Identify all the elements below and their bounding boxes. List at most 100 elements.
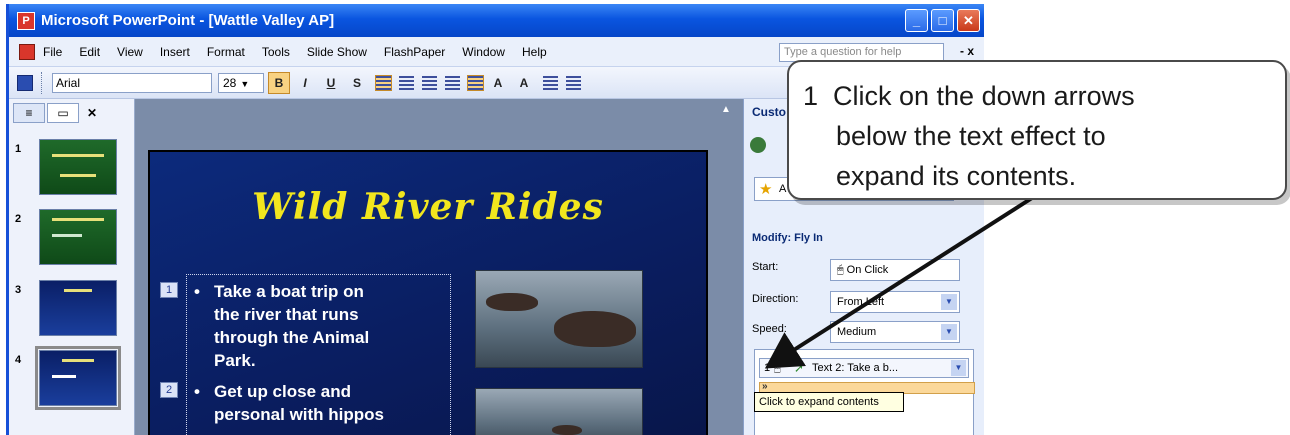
font-name-value: Arial [56, 75, 81, 90]
title-bar: P Microsoft PowerPoint - [Wattle Valley … [9, 4, 984, 37]
close-icon[interactable]: ✕ [87, 106, 97, 120]
chevron-down-icon: ▼ [240, 78, 250, 89]
slide-thumbnail-selected[interactable] [35, 346, 121, 410]
instruction-callout: 1 Click on the down arrows below the text… [787, 60, 1287, 200]
speed-label: Speed: [752, 323, 787, 335]
callout-step-number: 1 [803, 81, 819, 111]
bullet-text[interactable]: through the Animal [214, 326, 369, 349]
callout-text: 1 Click on the down arrows below the text… [803, 76, 1135, 196]
star-icon: ★ [759, 181, 773, 198]
callout-line: Click on the down arrows [833, 81, 1135, 111]
start-label: Start: [752, 261, 779, 273]
start-select[interactable]: 🖱 On Click [830, 259, 960, 281]
pane-tabs: ≡ ▭ ✕ [9, 99, 134, 127]
chevron-down-icon: ▼ [941, 324, 957, 340]
slide-title[interactable]: Wild River Rides [150, 186, 706, 228]
window-title: Microsoft PowerPoint - [Wattle Valley AP… [41, 12, 335, 29]
bullet-marker: • [194, 282, 200, 301]
callout-line: below the text effect to [836, 121, 1106, 151]
window-controls: _ □ ✕ [905, 9, 980, 32]
slide-thumbnail[interactable] [39, 139, 117, 195]
animation-list-item[interactable]: 1 🖱 ➚ Text 2: Take a b... ▼ [759, 358, 969, 378]
bullets-icon[interactable] [467, 74, 484, 91]
align-left-icon[interactable] [375, 74, 392, 91]
bold-button[interactable]: B [268, 71, 290, 94]
fly-in-effect-icon: ➚ [794, 361, 805, 375]
slide-number: 1 [15, 143, 22, 155]
slide-thumbnail-row[interactable]: 3 [9, 280, 135, 340]
italic-button[interactable]: I [294, 72, 316, 94]
task-pane-title: Custo [752, 105, 786, 119]
mouse-icon: 🖱 [774, 362, 781, 374]
decrease-font-icon[interactable]: A [513, 72, 535, 94]
increase-font-icon[interactable]: A [487, 72, 509, 94]
hippo-photo[interactable] [475, 270, 643, 368]
effect-number: 1 [764, 362, 771, 374]
tooltip: Click to expand contents [754, 392, 904, 412]
direction-value: From Left [837, 296, 885, 308]
bullet-marker: • [194, 382, 200, 401]
menu-help[interactable]: Help [522, 45, 547, 59]
underline-button[interactable]: U [320, 72, 342, 94]
slide-thumbnail-row[interactable]: 4 [9, 346, 135, 410]
hippo-photo[interactable] [475, 388, 643, 435]
powerpoint-app-icon: P [17, 11, 35, 30]
slide-thumbnail[interactable] [39, 209, 117, 265]
chevron-down-icon[interactable]: ▼ [951, 360, 966, 376]
bullet-text[interactable]: the river that runs [214, 303, 359, 326]
menu-edit[interactable]: Edit [79, 45, 100, 59]
document-icon[interactable] [19, 43, 35, 60]
increase-indent-icon[interactable] [566, 75, 581, 90]
mouse-icon: 🖱 [837, 264, 844, 276]
animation-tag[interactable]: 2 [160, 382, 178, 398]
back-icon[interactable] [750, 137, 766, 153]
maximize-icon[interactable]: □ [931, 9, 954, 32]
align-center-icon[interactable] [399, 75, 414, 90]
slides-pane: ≡ ▭ ✕ 1 2 3 4 [9, 99, 135, 435]
direction-select[interactable]: From Left ▼ [830, 291, 960, 313]
slide-thumbnail[interactable] [39, 280, 117, 336]
bullet-text[interactable]: personal with hippos [214, 403, 384, 426]
minimize-icon[interactable]: _ [905, 9, 928, 32]
slide-canvas[interactable]: Wild River Rides 1 • Take a boat trip on… [148, 150, 708, 435]
animation-tag[interactable]: 1 [160, 282, 178, 298]
slide-number: 2 [15, 213, 22, 225]
slide-thumbnail-row[interactable]: 1 [9, 139, 135, 199]
modify-label: Modify: Fly In [752, 232, 823, 244]
scroll-up-icon[interactable]: ▲ [721, 104, 737, 120]
document-close-button[interactable]: - x [960, 44, 974, 58]
tab-outline[interactable]: ≡ [13, 103, 45, 123]
bullet-text[interactable]: Get up close and [214, 380, 351, 403]
slide-number: 3 [15, 284, 22, 296]
menu-view[interactable]: View [117, 45, 143, 59]
menu-flashpaper[interactable]: FlashPaper [384, 45, 445, 59]
tab-slides[interactable]: ▭ [47, 103, 79, 123]
numbering-icon[interactable] [445, 75, 460, 90]
align-right-icon[interactable] [422, 75, 437, 90]
toolbar-handle[interactable] [41, 71, 44, 94]
menu-insert[interactable]: Insert [160, 45, 190, 59]
menu-slide-show[interactable]: Slide Show [307, 45, 367, 59]
menu-window[interactable]: Window [462, 45, 505, 59]
speed-select[interactable]: Medium ▼ [830, 321, 960, 343]
bullet-text[interactable]: Take a boat trip on [214, 280, 364, 303]
close-icon[interactable]: ✕ [957, 9, 980, 32]
decrease-indent-icon[interactable] [543, 75, 558, 90]
menu-file[interactable]: File [43, 45, 62, 59]
menu-format[interactable]: Format [207, 45, 245, 59]
font-name-select[interactable]: Arial [52, 72, 212, 93]
font-size-value: 28 [223, 75, 237, 90]
speed-value: Medium [837, 326, 877, 338]
start-value: On Click [846, 264, 889, 276]
add-effect-label: A [779, 183, 787, 195]
font-size-select[interactable]: 28 ▼ [218, 72, 264, 93]
chevron-down-icon: ▼ [941, 294, 957, 310]
bullet-text[interactable]: Park. [214, 349, 256, 372]
slide-number: 4 [15, 354, 22, 366]
callout-line: expand its contents. [836, 161, 1077, 191]
shadow-button[interactable]: S [346, 72, 368, 94]
save-icon[interactable] [17, 74, 33, 91]
slide-thumbnail-row[interactable]: 2 [9, 209, 135, 269]
menu-tools[interactable]: Tools [262, 45, 290, 59]
effect-text: Text 2: Take a b... [812, 362, 899, 374]
